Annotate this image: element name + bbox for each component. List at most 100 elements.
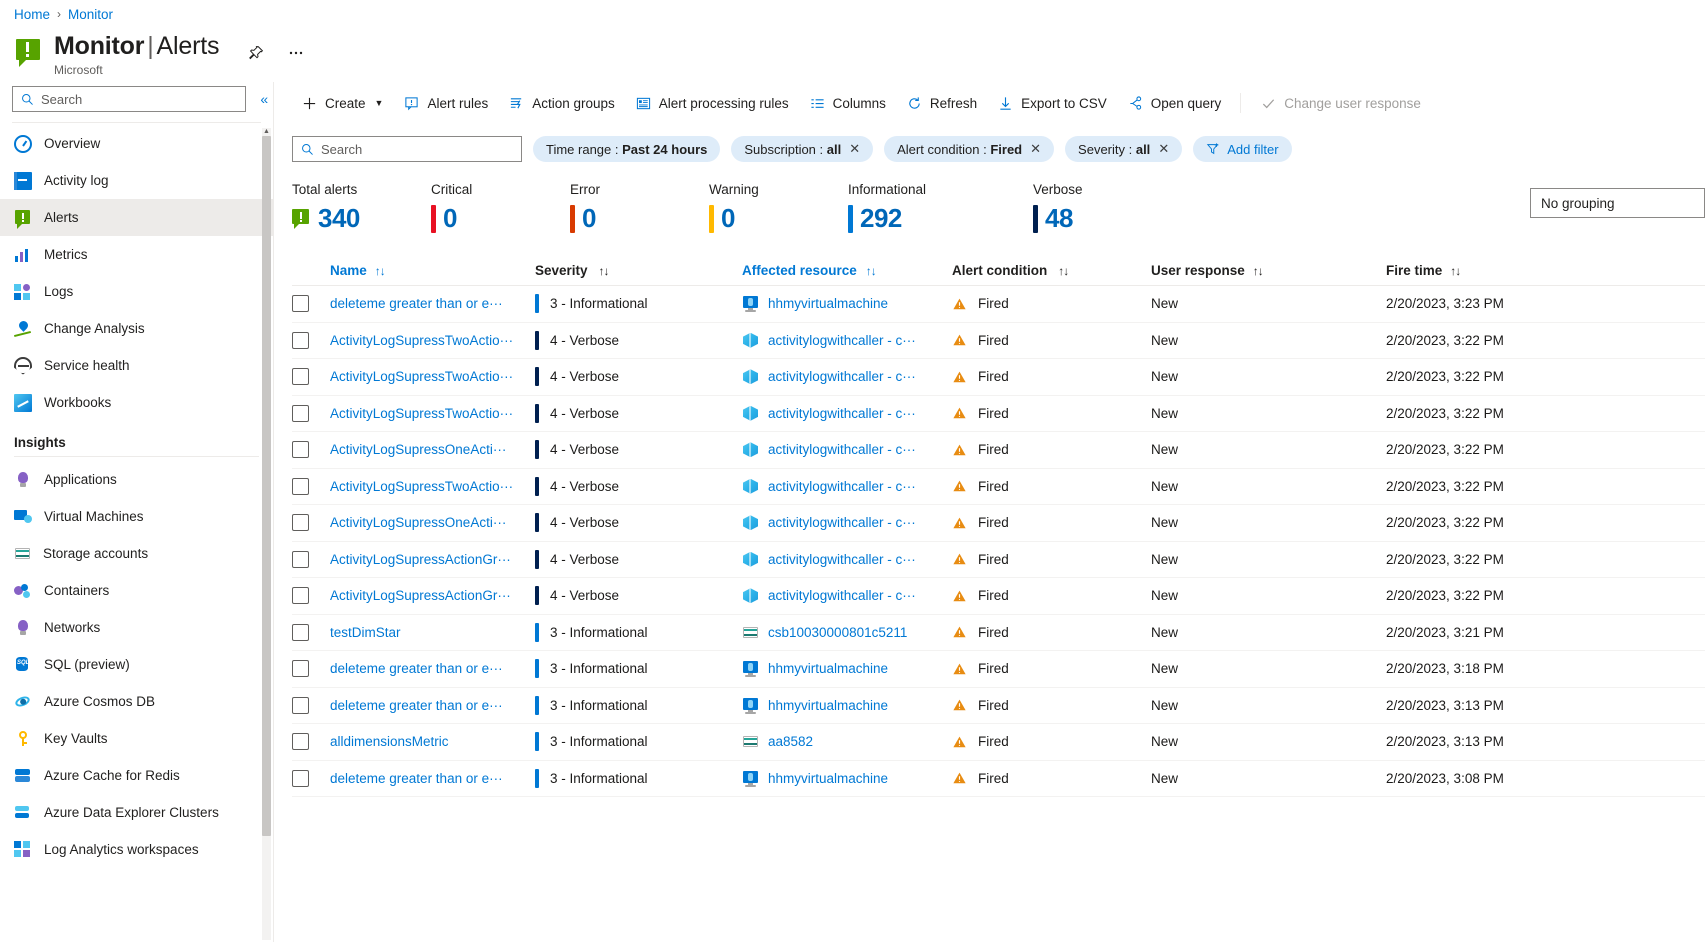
alert-name-link[interactable]: ActivityLogSupressOneActi··· [330, 515, 535, 530]
counter-warning[interactable]: Warning 0 [709, 182, 848, 234]
affected-resource-link[interactable]: csb10030000801c5211 [742, 624, 952, 641]
alert-name-link[interactable]: deleteme greater than or e··· [330, 296, 535, 311]
sidebar-collapse-button[interactable]: « [255, 91, 273, 107]
table-row[interactable]: ActivityLogSupressActionGr···4 - Verbose… [292, 542, 1705, 579]
sidebar-search-input[interactable]: Search [12, 86, 246, 112]
filter-pill-severity[interactable]: Severity : all ✕ [1065, 136, 1182, 162]
change-user-response-button[interactable]: Change user response [1251, 88, 1430, 118]
affected-resource-link[interactable]: activitylogwithcaller - c··· [742, 405, 952, 422]
sidebar-item-alerts[interactable]: Alerts [0, 199, 273, 236]
table-row[interactable]: alldimensionsMetric3 - Informationalaa85… [292, 724, 1705, 761]
affected-resource-link[interactable]: activitylogwithcaller - c··· [742, 514, 952, 531]
row-checkbox[interactable] [292, 332, 309, 349]
affected-resource-link[interactable]: hhmyvirtualmachine [742, 770, 952, 787]
sidebar-item-applications[interactable]: Applications [0, 461, 273, 498]
sidebar-item-redis[interactable]: Azure Cache for Redis [0, 757, 273, 794]
table-row[interactable]: ActivityLogSupressTwoActio···4 - Verbose… [292, 359, 1705, 396]
affected-resource-link[interactable]: activitylogwithcaller - c··· [742, 368, 952, 385]
alert-name-link[interactable]: deleteme greater than or e··· [330, 661, 535, 676]
alert-name-link[interactable]: testDimStar [330, 625, 535, 640]
affected-resource-link[interactable]: aa8582 [742, 733, 952, 750]
table-row[interactable]: deleteme greater than or e···3 - Informa… [292, 286, 1705, 323]
pin-icon[interactable] [245, 42, 267, 64]
row-checkbox[interactable] [292, 770, 309, 787]
alert-processing-rules-button[interactable]: Alert processing rules [626, 88, 798, 118]
affected-resource-link[interactable]: activitylogwithcaller - c··· [742, 441, 952, 458]
alert-name-link[interactable]: alldimensionsMetric [330, 734, 535, 749]
table-row[interactable]: deleteme greater than or e···3 - Informa… [292, 688, 1705, 725]
export-csv-button[interactable]: Export to CSV [988, 88, 1116, 118]
alert-name-link[interactable]: ActivityLogSupressTwoActio··· [330, 406, 535, 421]
sidebar-item-virtual-machines[interactable]: Virtual Machines [0, 498, 273, 535]
open-query-button[interactable]: Open query [1118, 88, 1231, 118]
row-checkbox[interactable] [292, 514, 309, 531]
sidebar-item-workbooks[interactable]: Workbooks [0, 384, 273, 421]
table-row[interactable]: ActivityLogSupressActionGr···4 - Verbose… [292, 578, 1705, 615]
alert-name-link[interactable]: deleteme greater than or e··· [330, 698, 535, 713]
affected-resource-link[interactable]: hhmyvirtualmachine [742, 660, 952, 677]
action-groups-button[interactable]: Action groups [499, 88, 624, 118]
table-row[interactable]: deleteme greater than or e···3 - Informa… [292, 651, 1705, 688]
row-checkbox[interactable] [292, 660, 309, 677]
column-header-affected-resource[interactable]: Affected resource ↑↓ [742, 263, 952, 278]
counter-critical[interactable]: Critical 0 [431, 182, 570, 234]
sidebar-item-storage-accounts[interactable]: Storage accounts [0, 535, 273, 572]
row-checkbox[interactable] [292, 697, 309, 714]
counter-total-alerts[interactable]: Total alerts 340 [292, 182, 431, 234]
grouping-select[interactable]: No grouping [1530, 188, 1705, 218]
filter-pill-alert-condition[interactable]: Alert condition : Fired ✕ [884, 136, 1054, 162]
affected-resource-link[interactable]: activitylogwithcaller - c··· [742, 551, 952, 568]
row-checkbox[interactable] [292, 295, 309, 312]
add-filter-button[interactable]: Add filter [1193, 136, 1291, 162]
breadcrumb-monitor[interactable]: Monitor [68, 7, 113, 22]
table-row[interactable]: ActivityLogSupressOneActi···4 - Verbosea… [292, 432, 1705, 469]
sidebar-item-data-explorer[interactable]: Azure Data Explorer Clusters [0, 794, 273, 831]
column-header-user-response[interactable]: User response ↑↓ [1151, 263, 1386, 278]
row-checkbox[interactable] [292, 478, 309, 495]
sidebar-item-change-analysis[interactable]: Change Analysis [0, 310, 273, 347]
alert-name-link[interactable]: deleteme greater than or e··· [330, 771, 535, 786]
alerts-search-input[interactable]: Search [292, 136, 522, 162]
row-checkbox[interactable] [292, 587, 309, 604]
row-checkbox[interactable] [292, 733, 309, 750]
row-checkbox[interactable] [292, 551, 309, 568]
alert-name-link[interactable]: ActivityLogSupressActionGr··· [330, 588, 535, 603]
alert-name-link[interactable]: ActivityLogSupressTwoActio··· [330, 369, 535, 384]
sidebar-item-activity-log[interactable]: Activity log [0, 162, 273, 199]
affected-resource-link[interactable]: activitylogwithcaller - c··· [742, 332, 952, 349]
counter-informational[interactable]: Informational 292 [848, 182, 1033, 234]
sidebar-item-networks[interactable]: Networks [0, 609, 273, 646]
create-button[interactable]: Create ▼ [292, 88, 392, 118]
row-checkbox[interactable] [292, 368, 309, 385]
alert-name-link[interactable]: ActivityLogSupressOneActi··· [330, 442, 535, 457]
counter-error[interactable]: Error 0 [570, 182, 709, 234]
affected-resource-link[interactable]: activitylogwithcaller - c··· [742, 587, 952, 604]
sidebar-item-sql[interactable]: SQL SQL (preview) [0, 646, 273, 683]
counter-verbose[interactable]: Verbose 48 [1033, 182, 1172, 234]
columns-button[interactable]: Columns [800, 88, 895, 118]
table-row[interactable]: testDimStar3 - Informationalcsb100300008… [292, 615, 1705, 652]
table-row[interactable]: ActivityLogSupressTwoActio···4 - Verbose… [292, 469, 1705, 506]
refresh-button[interactable]: Refresh [897, 88, 986, 118]
sidebar-item-overview[interactable]: Overview [0, 125, 273, 162]
table-row[interactable]: ActivityLogSupressOneActi···4 - Verbosea… [292, 505, 1705, 542]
filter-pill-subscription[interactable]: Subscription : all ✕ [731, 136, 873, 162]
sidebar-item-cosmos-db[interactable]: Azure Cosmos DB [0, 683, 273, 720]
column-header-fire-time[interactable]: Fire time ↑↓ [1386, 263, 1586, 278]
affected-resource-link[interactable]: activitylogwithcaller - c··· [742, 478, 952, 495]
row-checkbox[interactable] [292, 405, 309, 422]
sidebar-item-logs[interactable]: Logs [0, 273, 273, 310]
sidebar-item-metrics[interactable]: Metrics [0, 236, 273, 273]
ellipsis-icon[interactable] [285, 42, 307, 64]
close-icon[interactable]: ✕ [1158, 141, 1169, 157]
row-checkbox[interactable] [292, 624, 309, 641]
table-row[interactable]: ActivityLogSupressTwoActio···4 - Verbose… [292, 323, 1705, 360]
close-icon[interactable]: ✕ [1030, 141, 1041, 157]
column-header-severity[interactable]: Severity ↑↓ [535, 263, 742, 278]
alert-name-link[interactable]: ActivityLogSupressActionGr··· [330, 552, 535, 567]
filter-pill-time-range[interactable]: Time range : Past 24 hours [533, 136, 720, 162]
affected-resource-link[interactable]: hhmyvirtualmachine [742, 295, 952, 312]
column-header-alert-condition[interactable]: Alert condition ↑↓ [952, 263, 1151, 278]
sidebar-item-containers[interactable]: Containers [0, 572, 273, 609]
table-row[interactable]: ActivityLogSupressTwoActio···4 - Verbose… [292, 396, 1705, 433]
